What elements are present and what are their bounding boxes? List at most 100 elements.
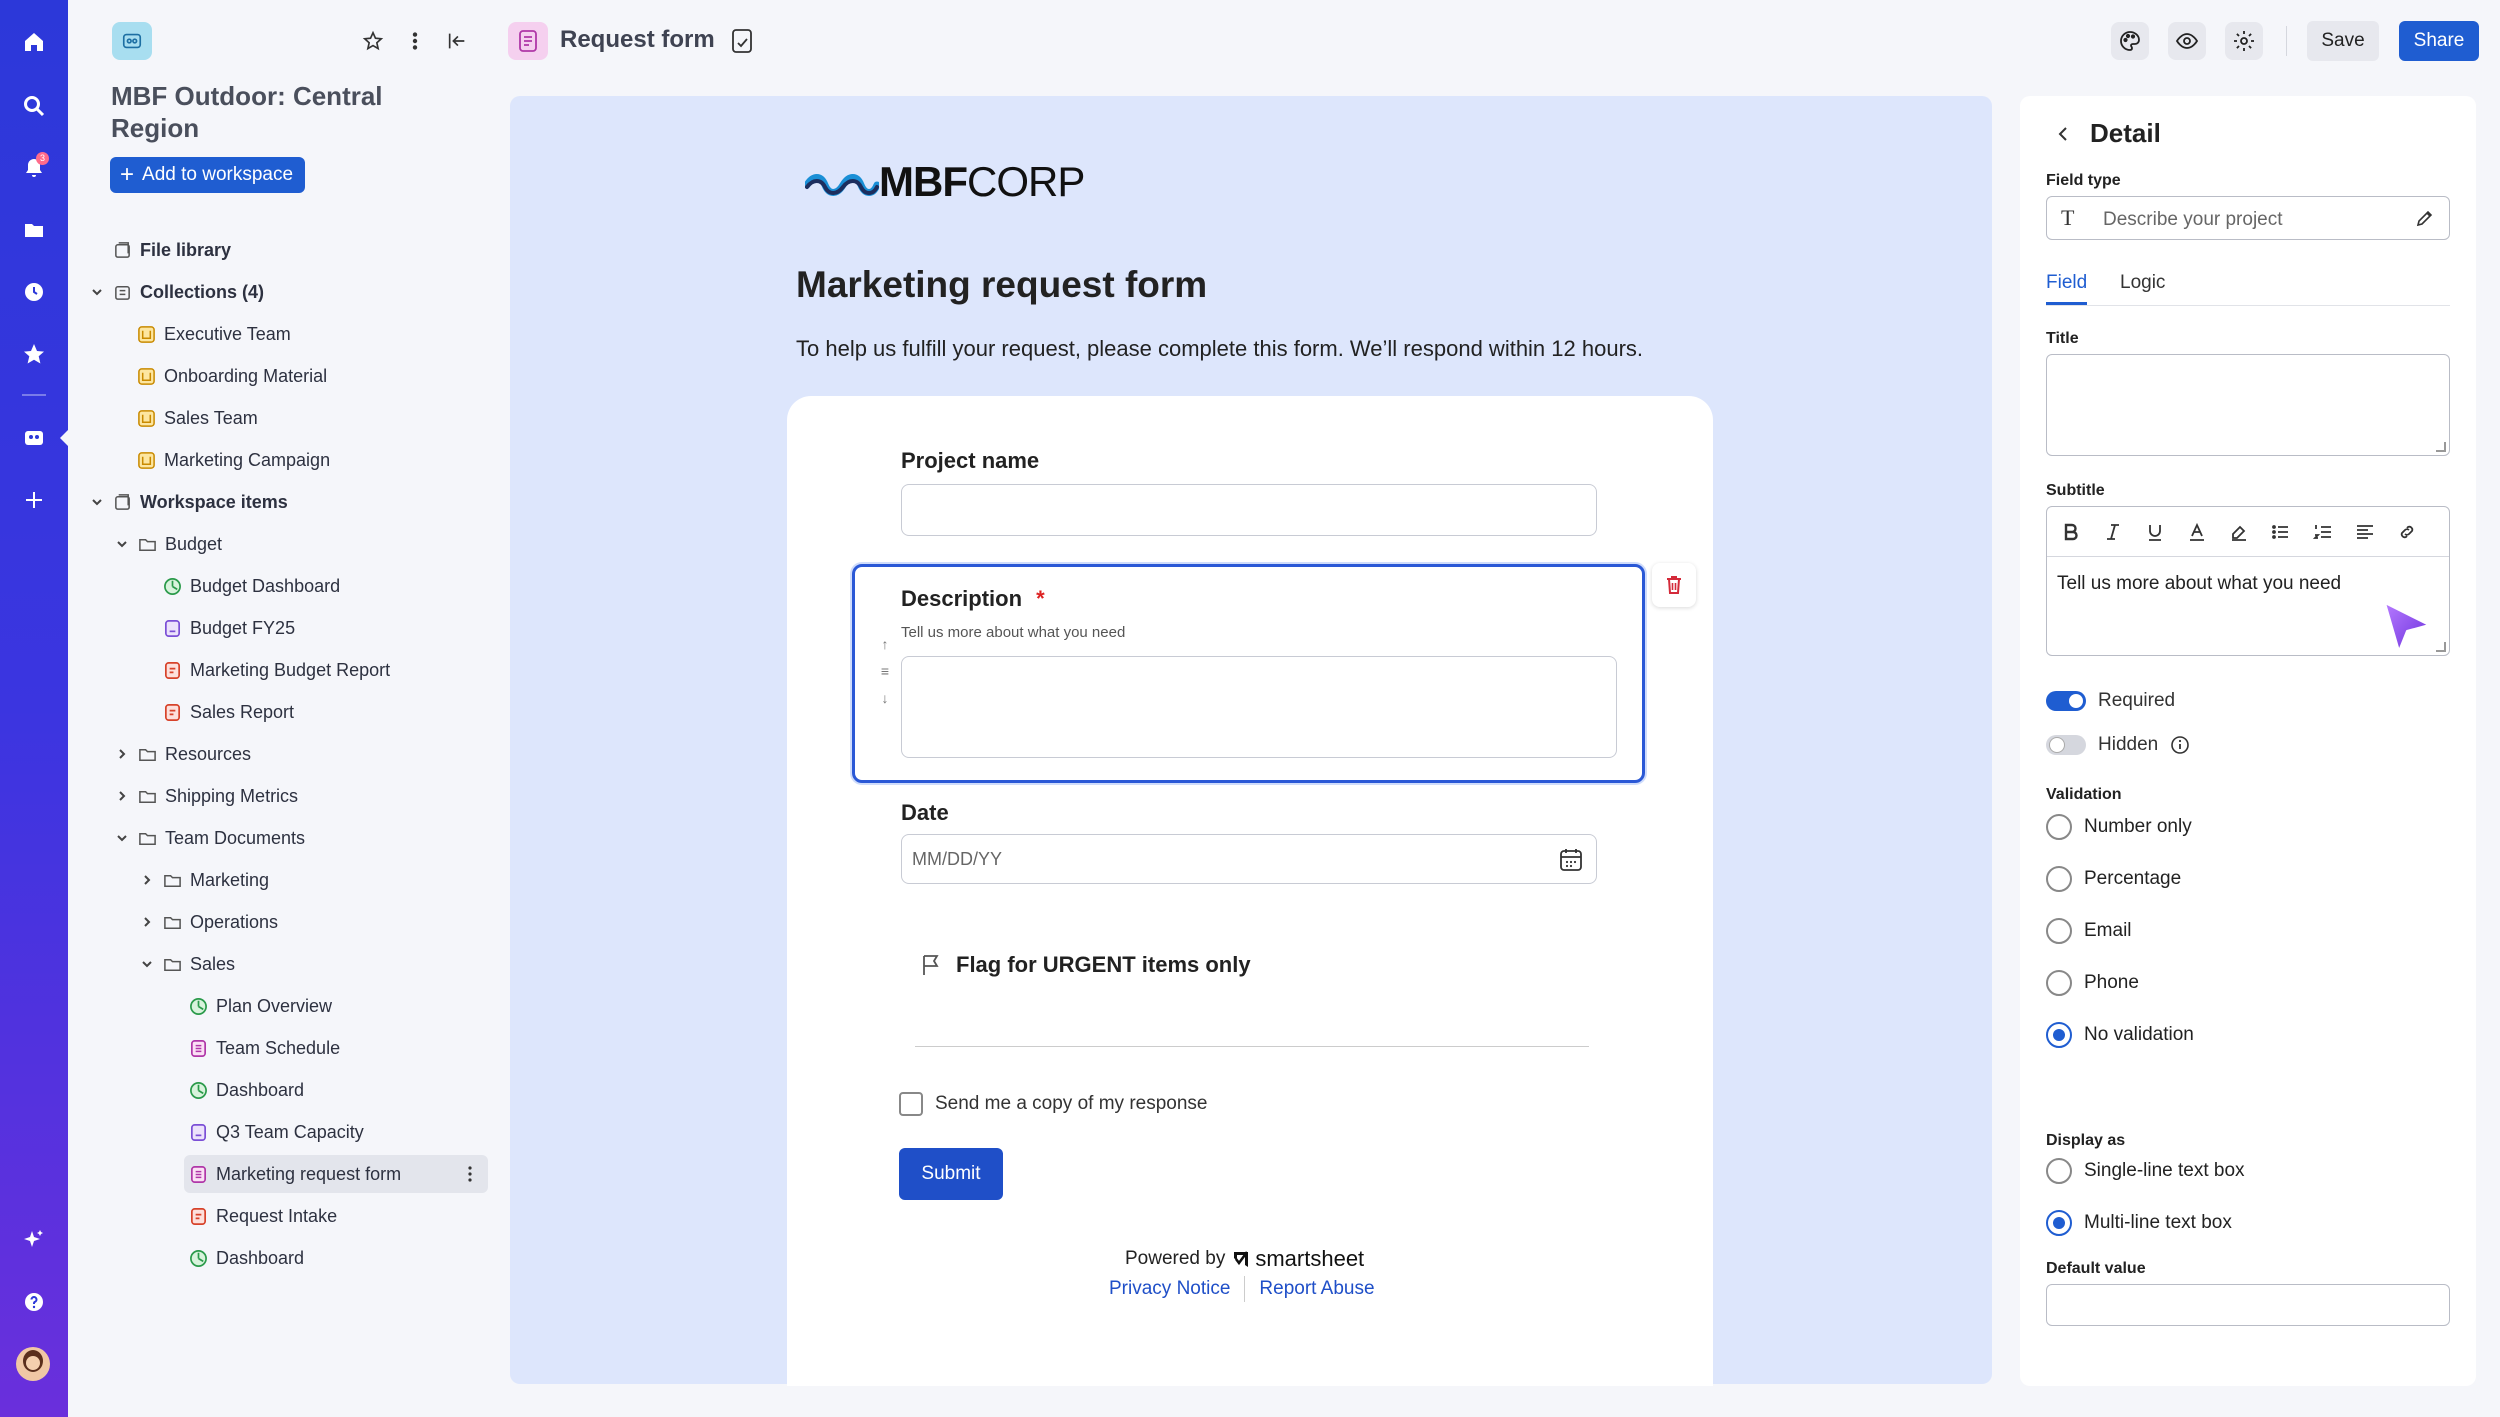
collapse-sidebar-icon[interactable] [442, 26, 472, 56]
project-name-input[interactable] [901, 484, 1597, 536]
info-icon[interactable] [2170, 735, 2190, 755]
date-input[interactable]: MM/DD/YY [901, 834, 1597, 884]
sidebar-item[interactable]: Sales Team [136, 399, 258, 437]
move-down-arrow-icon[interactable]: ↓ [882, 690, 889, 706]
chevron-down-icon[interactable] [113, 535, 131, 553]
radio-button[interactable] [2046, 1022, 2072, 1048]
sidebar-item[interactable]: Request Intake [188, 1197, 337, 1235]
sidebar-item[interactable]: Sales Report [162, 693, 294, 731]
numbered-list-icon[interactable] [2307, 516, 2339, 548]
hidden-toggle-row[interactable]: Hidden [2046, 734, 2190, 756]
urgent-flag-field[interactable]: Flag for URGENT items only [920, 952, 1251, 978]
sidebar-item[interactable]: Collections (4) [88, 273, 264, 311]
hidden-toggle[interactable] [2046, 735, 2086, 755]
validation-option[interactable]: Email [2046, 918, 2132, 944]
sidebar-item[interactable]: Marketing Budget Report [162, 651, 390, 689]
sidebar-item[interactable]: Budget Dashboard [162, 567, 340, 605]
sidebar-item[interactable]: Marketing Campaign [136, 441, 330, 479]
sidebar-item[interactable]: Budget [113, 525, 222, 563]
help-icon[interactable] [18, 1286, 50, 1318]
chevron-down-icon[interactable] [113, 829, 131, 847]
sidebar-item[interactable]: Marketing [138, 861, 269, 899]
chevron-right-icon[interactable] [113, 787, 131, 805]
send-copy-option[interactable]: Send me a copy of my response [899, 1092, 1207, 1116]
workspace-nav-icon[interactable] [18, 422, 50, 454]
text-color-icon[interactable] [2181, 516, 2213, 548]
sidebar-item[interactable]: Q3 Team Capacity [188, 1113, 364, 1151]
radio-button[interactable] [2046, 1210, 2072, 1236]
validation-option[interactable]: Phone [2046, 970, 2139, 996]
flag-icon[interactable] [920, 953, 942, 977]
chevron-right-icon[interactable] [138, 913, 156, 931]
folder-nav-icon[interactable] [18, 214, 50, 246]
submit-button[interactable]: Submit [899, 1148, 1003, 1200]
bullet-list-icon[interactable] [2265, 516, 2297, 548]
favorites-star-icon[interactable] [18, 338, 50, 370]
sidebar-item[interactable]: File library [112, 231, 231, 269]
add-to-workspace-button[interactable]: + Add to workspace [110, 157, 306, 193]
chevron-down-icon[interactable] [88, 283, 106, 301]
italic-icon[interactable] [2097, 516, 2129, 548]
publish-form-icon[interactable] [730, 28, 756, 54]
required-toggle-row[interactable]: Required [2046, 690, 2175, 712]
sidebar-item[interactable]: Team Documents [113, 819, 305, 857]
resize-handle[interactable] [2436, 442, 2446, 452]
ai-sparkle-icon[interactable] [18, 1224, 50, 1256]
subtitle-editor[interactable]: Tell us more about what you need [2046, 506, 2450, 656]
radio-button[interactable] [2046, 814, 2072, 840]
sidebar-item[interactable]: Budget FY25 [162, 609, 295, 647]
user-avatar[interactable] [16, 1347, 50, 1381]
underline-icon[interactable] [2139, 516, 2171, 548]
align-left-icon[interactable] [2349, 516, 2381, 548]
search-icon[interactable] [18, 90, 50, 122]
edit-pencil-icon[interactable] [2415, 208, 2435, 228]
drag-handle-icon[interactable]: ≡ [881, 663, 889, 679]
description-textarea[interactable] [901, 656, 1617, 758]
home-icon[interactable] [18, 26, 50, 58]
title-textarea[interactable] [2046, 354, 2450, 456]
back-chevron-icon[interactable] [2056, 126, 2070, 142]
sidebar-item[interactable]: Plan Overview [188, 987, 332, 1025]
save-button[interactable]: Save [2307, 21, 2379, 61]
sidebar-item[interactable]: Marketing request form [184, 1155, 488, 1193]
chevron-right-icon[interactable] [138, 871, 156, 889]
sidebar-item[interactable]: Team Schedule [188, 1029, 340, 1067]
sidebar-item[interactable]: Resources [113, 735, 251, 773]
chevron-down-icon[interactable] [138, 955, 156, 973]
favorite-star-icon[interactable] [358, 26, 388, 56]
display-as-option[interactable]: Multi-line text box [2046, 1210, 2232, 1236]
sidebar-item[interactable]: Dashboard [188, 1239, 304, 1277]
default-value-input[interactable] [2046, 1284, 2450, 1326]
chevron-down-icon[interactable] [88, 493, 106, 511]
more-options-icon[interactable] [460, 1164, 480, 1184]
sidebar-item[interactable]: Workspace items [88, 483, 288, 521]
bold-icon[interactable] [2055, 516, 2087, 548]
sidebar-item[interactable]: Onboarding Material [136, 357, 327, 395]
link-icon[interactable] [2391, 516, 2423, 548]
palette-icon[interactable] [2111, 22, 2149, 60]
sidebar-item[interactable]: Sales [138, 945, 235, 983]
recents-clock-icon[interactable] [18, 276, 50, 308]
display-as-option[interactable]: Single-line text box [2046, 1158, 2245, 1184]
calendar-icon[interactable] [1558, 847, 1584, 873]
report-abuse-link[interactable]: Report Abuse [1259, 1278, 1374, 1300]
radio-button[interactable] [2046, 1158, 2072, 1184]
tab-logic[interactable]: Logic [2120, 272, 2165, 302]
resize-handle[interactable] [2436, 642, 2446, 652]
privacy-notice-link[interactable]: Privacy Notice [1109, 1278, 1230, 1300]
preview-eye-icon[interactable] [2168, 22, 2206, 60]
radio-button[interactable] [2046, 918, 2072, 944]
sidebar-item[interactable]: Shipping Metrics [113, 777, 298, 815]
plus-icon[interactable] [18, 484, 50, 516]
validation-option[interactable]: No validation [2046, 1022, 2194, 1048]
move-up-arrow-icon[interactable]: ↑ [882, 636, 889, 652]
settings-gear-icon[interactable] [2225, 22, 2263, 60]
chevron-right-icon[interactable] [113, 745, 131, 763]
tab-field[interactable]: Field [2046, 272, 2088, 305]
radio-button[interactable] [2046, 866, 2072, 892]
share-button[interactable]: Share [2399, 21, 2479, 61]
more-options-icon[interactable] [400, 26, 430, 56]
delete-field-trash-icon[interactable] [1652, 563, 1696, 607]
radio-button[interactable] [2046, 970, 2072, 996]
validation-option[interactable]: Number only [2046, 814, 2192, 840]
